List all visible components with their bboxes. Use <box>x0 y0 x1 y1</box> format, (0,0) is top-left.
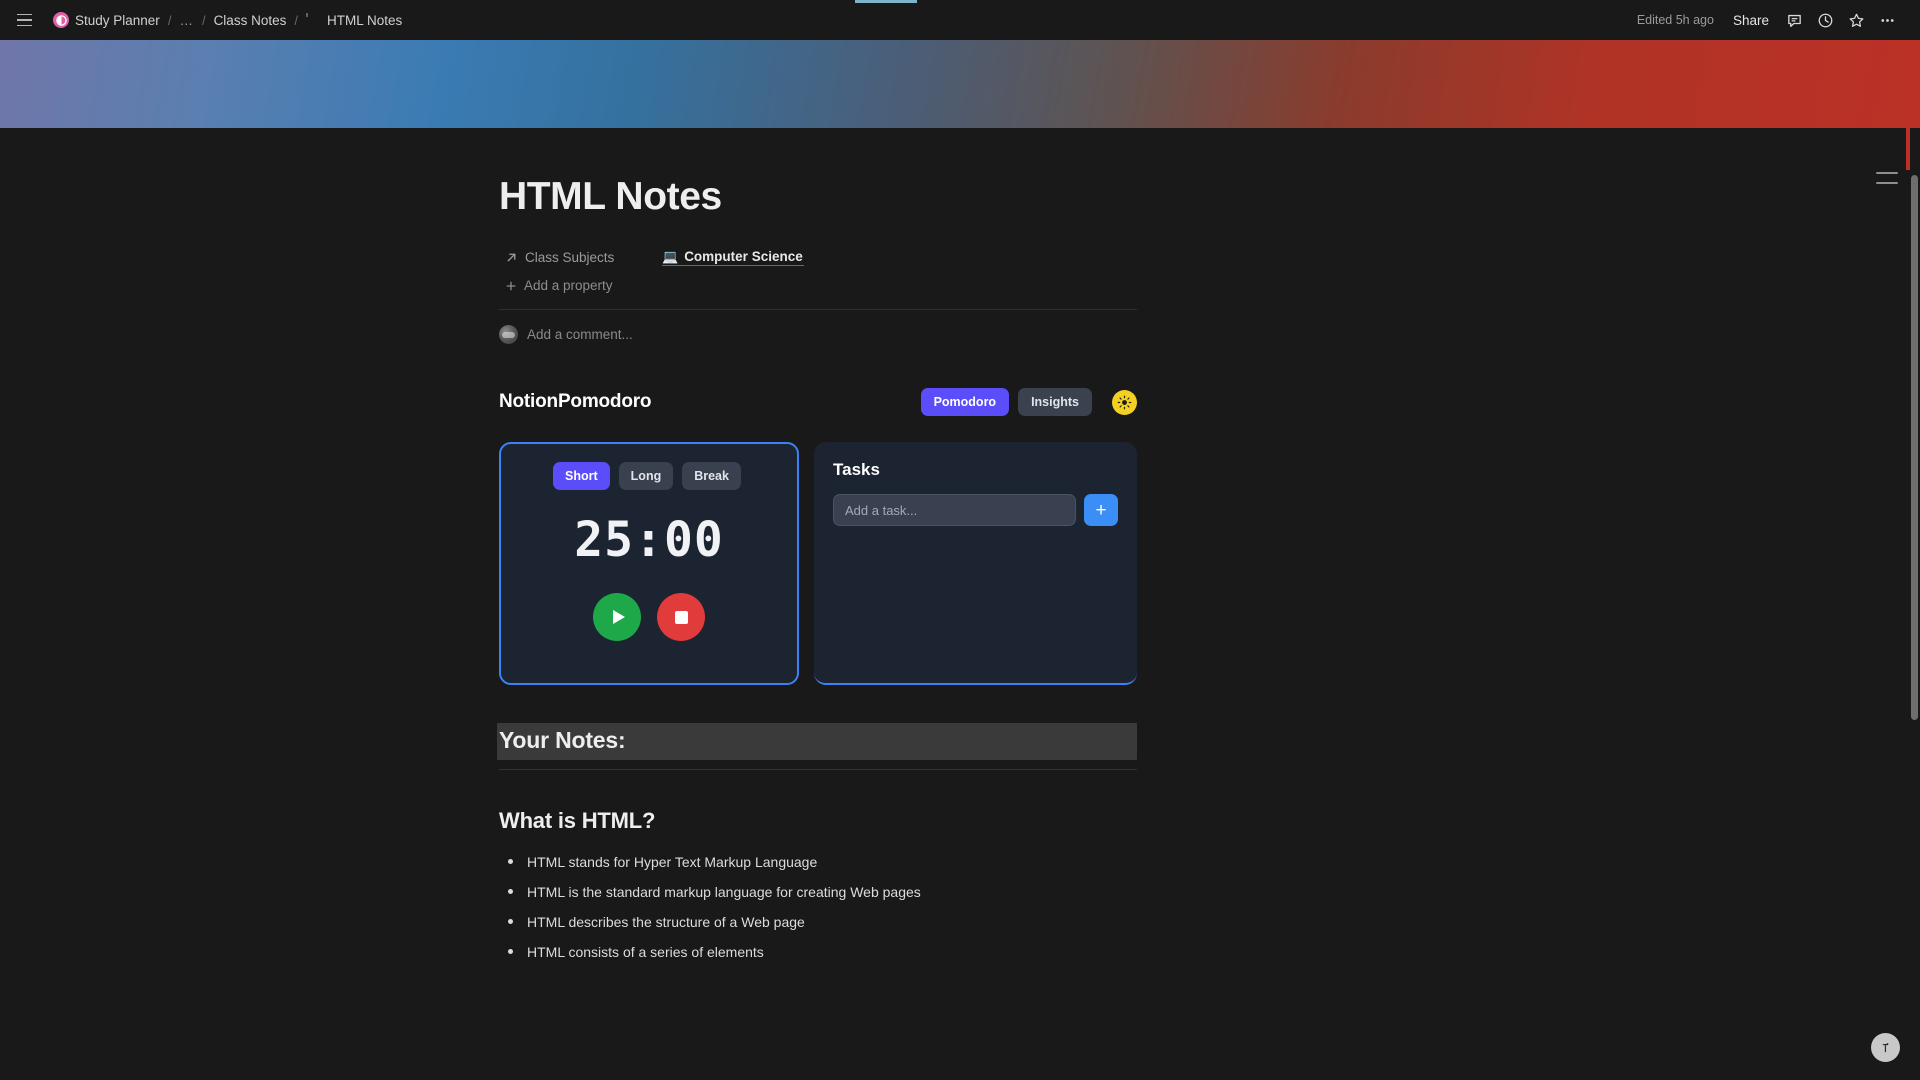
breadcrumb-item-ellipsis[interactable]: … <box>173 10 200 31</box>
pomodoro-app-title: NotionPomodoro <box>499 391 652 413</box>
play-icon <box>613 610 625 625</box>
property-label-class-subjects[interactable]: Class Subjects <box>499 247 659 268</box>
favorite-star-icon[interactable] <box>1842 6 1871 35</box>
page-scroll-area: HTML Notes Class Subjects 💻 Computer Sci… <box>0 128 1920 1080</box>
add-property-label: Add a property <box>524 278 613 294</box>
updates-history-icon[interactable] <box>1811 6 1840 35</box>
list-item[interactable]: HTML describes the structure of a Web pa… <box>499 907 1137 937</box>
notes-bullet-list: HTML stands for Hyper Text Markup Langua… <box>499 847 1137 967</box>
breadcrumb-separator: / <box>201 12 206 28</box>
breadcrumb-label: HTML Notes <box>326 12 403 28</box>
breadcrumb-label: Study Planner <box>75 12 160 28</box>
breadcrumb-separator: / <box>167 12 172 28</box>
list-item[interactable]: HTML consists of a series of elements <box>499 937 1137 967</box>
sun-icon[interactable] <box>1112 389 1137 415</box>
laptop-emoji: 💻 <box>662 249 679 265</box>
start-timer-button[interactable] <box>593 593 641 642</box>
comments-icon[interactable] <box>1780 6 1809 35</box>
breadcrumb-area: Study Planner / … / Class Notes / HTML N… <box>10 6 1629 34</box>
share-button[interactable]: Share <box>1724 9 1778 32</box>
pomodoro-tab-bar: Pomodoro Insights <box>920 388 1137 417</box>
notes-article-heading[interactable]: What is HTML? <box>499 808 1137 834</box>
notes-divider <box>499 769 1137 771</box>
top-bar-actions: Edited 5h ago Share <box>1629 6 1902 35</box>
breadcrumb-separator: / <box>294 12 298 28</box>
page-cover-image[interactable] <box>0 40 1920 128</box>
page-icon-notebook-emoji[interactable] <box>499 128 561 154</box>
scrollbar-thumb[interactable] <box>1911 175 1918 720</box>
timer-display: 25:00 <box>574 512 724 569</box>
property-label-text: Class Subjects <box>525 249 615 265</box>
stop-timer-button[interactable] <box>657 593 705 642</box>
list-item[interactable]: HTML stands for Hyper Text Markup Langua… <box>499 847 1137 877</box>
window-top-accent <box>855 0 917 3</box>
breadcrumb-item-html-notes[interactable]: HTML Notes <box>300 10 408 31</box>
add-task-button[interactable]: + <box>1084 494 1118 527</box>
pomodoro-body: Short Long Break 25:00 Tasks Add a task.… <box>499 442 1137 686</box>
scrollbar[interactable] <box>1910 40 1919 1080</box>
breadcrumb-item-class-notes[interactable]: Class Notes <box>208 10 293 31</box>
property-row-class-subjects: Class Subjects 💻 Computer Science <box>499 242 1137 272</box>
table-of-contents-icon[interactable] <box>1876 172 1898 184</box>
relation-arrow-icon <box>507 253 516 261</box>
help-avatar-icon <box>1882 1043 1889 1053</box>
property-value-class-subjects: 💻 Computer Science <box>659 248 804 267</box>
breadcrumb-item-study-planner[interactable]: Study Planner <box>47 9 166 31</box>
add-comment-row[interactable]: Add a comment... <box>499 310 1137 358</box>
relation-chip-label: Computer Science <box>684 249 803 265</box>
mode-tab-break[interactable]: Break <box>682 462 741 491</box>
plus-icon <box>506 281 516 290</box>
hamburger-menu-icon[interactable] <box>10 6 38 34</box>
page-title[interactable]: HTML Notes <box>499 174 1137 220</box>
timer-controls <box>593 593 705 642</box>
avatar <box>499 324 518 344</box>
top-bar: Study Planner / … / Class Notes / HTML N… <box>0 0 1920 40</box>
relation-chip-computer-science[interactable]: 💻 Computer Science <box>662 248 804 267</box>
timer-mode-tabs: Short Long Break <box>553 462 741 491</box>
mode-tab-long[interactable]: Long <box>618 462 674 491</box>
tab-pomodoro[interactable]: Pomodoro <box>920 388 1010 417</box>
stop-icon <box>674 610 688 624</box>
pomodoro-embed: NotionPomodoro Pomodoro Insights Short L… <box>499 384 1137 686</box>
page-content: HTML Notes Class Subjects 💻 Computer Sci… <box>497 128 1137 967</box>
tab-insights[interactable]: Insights <box>1018 388 1092 417</box>
task-input-row: + <box>833 494 1118 527</box>
notes-section-heading[interactable]: Your Notes: <box>497 723 1137 761</box>
tasks-title: Tasks <box>833 460 880 480</box>
notes-section: Your Notes: What is HTML? HTML stands fo… <box>497 723 1137 967</box>
pomodoro-header: NotionPomodoro Pomodoro Insights <box>499 384 1137 420</box>
breadcrumb-label: Class Notes <box>213 12 287 28</box>
add-property-button[interactable]: Add a property <box>499 274 619 297</box>
mode-tab-short[interactable]: Short <box>553 462 610 491</box>
last-edited-text: Edited 5h ago <box>1636 13 1714 27</box>
more-options-icon[interactable] <box>1873 6 1902 35</box>
notebook-emoji <box>305 12 321 28</box>
tasks-card: Tasks + <box>814 442 1137 686</box>
timer-card: Short Long Break 25:00 <box>499 442 799 686</box>
list-item[interactable]: HTML is the standard markup language for… <box>499 877 1137 907</box>
help-button[interactable] <box>1871 1033 1900 1062</box>
workspace-contrast-icon <box>53 12 69 28</box>
add-comment-placeholder: Add a comment... <box>527 326 633 342</box>
task-input[interactable] <box>833 494 1076 527</box>
